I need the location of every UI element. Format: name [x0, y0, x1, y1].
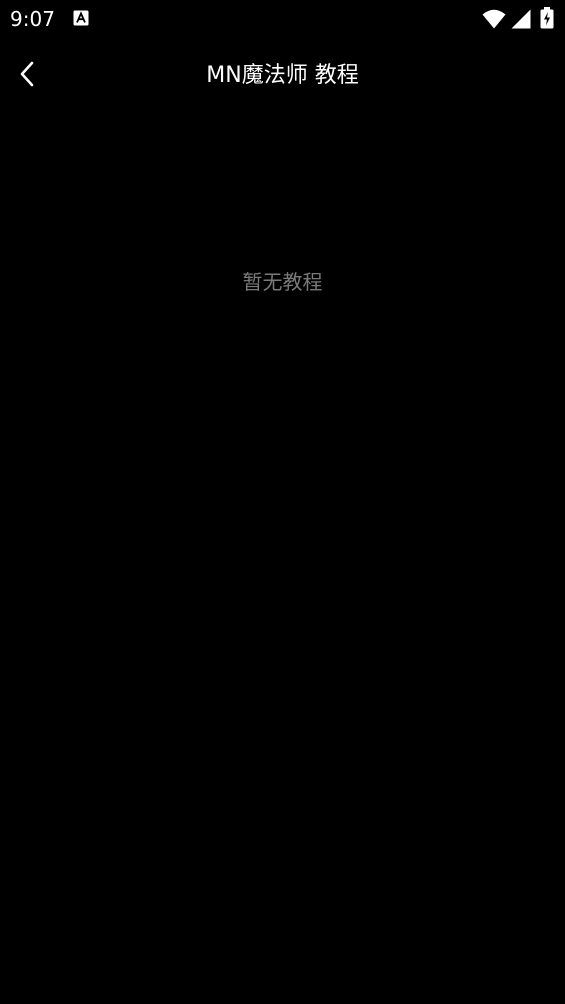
status-time: 9:07 — [10, 7, 55, 31]
battery-charging-icon — [540, 7, 554, 29]
back-button[interactable] — [6, 54, 50, 98]
empty-state-message: 暂无教程 — [242, 270, 323, 294]
cell-signal-icon — [511, 9, 531, 29]
text-a-icon — [73, 10, 89, 26]
page-title: MN魔法师 教程 — [206, 63, 359, 88]
chevron-left-icon — [18, 61, 38, 91]
wifi-icon — [482, 9, 506, 29]
top-app-bar: MN魔法师 教程 — [0, 38, 565, 114]
status-bar: 9:07 — [0, 0, 565, 38]
